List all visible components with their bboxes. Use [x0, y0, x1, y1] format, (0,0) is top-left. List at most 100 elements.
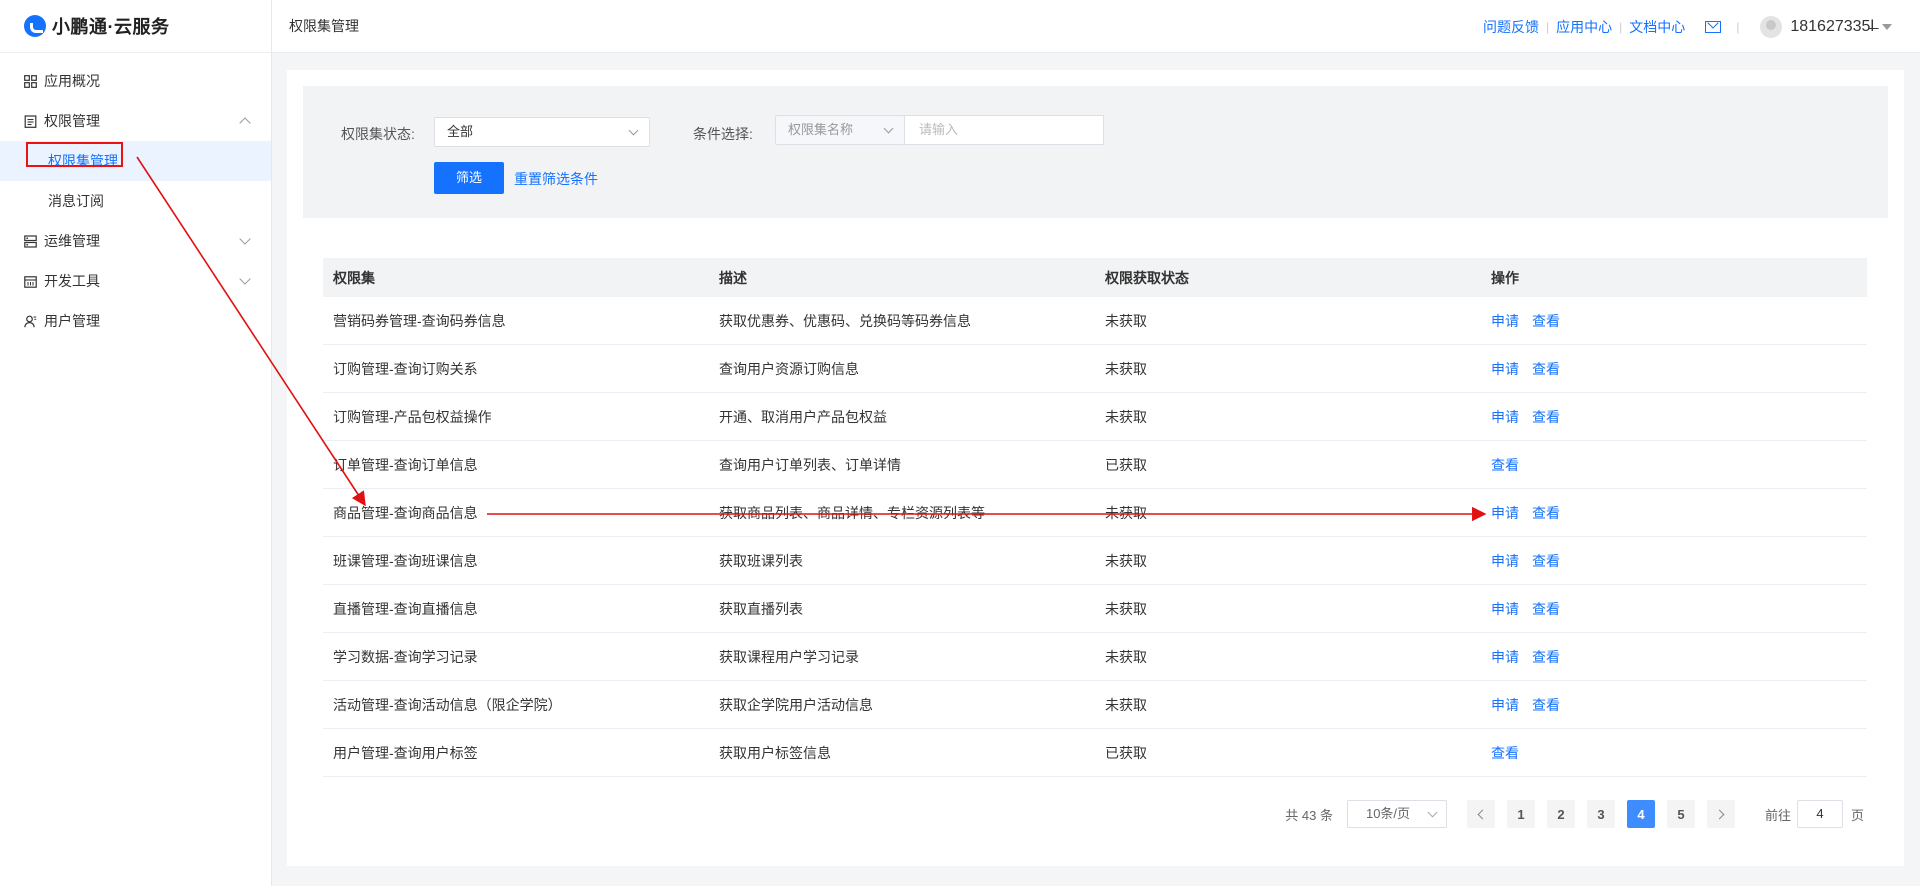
header-separator: | — [1619, 19, 1623, 34]
sidebar-item-message-subscription[interactable]: 消息订阅 — [0, 181, 271, 221]
goto-label: 前往 — [1764, 807, 1791, 823]
cell-actions: 申请 查看 — [1481, 359, 1867, 379]
status-select-value: 全部 — [447, 124, 474, 139]
filter-button[interactable]: 筛选 — [434, 162, 504, 194]
reset-filter-button[interactable]: 重置筛选条件 — [514, 169, 598, 189]
username[interactable]: 181627335l̶ — [1790, 18, 1874, 36]
docs-center-link[interactable]: 文档中心 — [1629, 17, 1685, 37]
app-center-link[interactable]: 应用中心 — [1556, 17, 1612, 37]
cell-permission-set: 营销码券管理-查询码券信息 — [333, 312, 506, 329]
sidebar-item-dev-tools[interactable]: 开发工具 — [0, 261, 271, 301]
chevron-up-icon — [239, 117, 251, 129]
condition-field-value: 权限集名称 — [788, 122, 854, 137]
view-link[interactable]: 查看 — [1532, 407, 1560, 427]
view-link[interactable]: 查看 — [1532, 311, 1560, 331]
sidebar-item-permissions[interactable]: 权限管理 — [0, 101, 271, 141]
table-row: 订购管理-产品包权益操作 开通、取消用户产品包权益 未获取 申请 查看 — [323, 393, 1867, 441]
feedback-link[interactable]: 问题反馈 — [1483, 17, 1539, 37]
apply-link[interactable]: 申请 — [1491, 503, 1519, 523]
cell-actions: 申请 查看 — [1481, 647, 1867, 667]
caret-down-icon[interactable] — [1882, 23, 1892, 30]
logo[interactable]: 小鹏通·云服务 — [0, 0, 271, 53]
sidebar-menu: 应用概况 权限管理 权限集管理 消息订阅 运维管理 开发工具 用户管理 — [0, 53, 271, 341]
next-page-button[interactable] — [1706, 800, 1735, 828]
page-button-1[interactable]: 1 — [1506, 800, 1535, 828]
mail-icon[interactable] — [1705, 20, 1722, 33]
cell-status: 已获取 — [1105, 456, 1147, 473]
page-button-4[interactable]: 4 — [1626, 800, 1655, 828]
apply-link[interactable]: 申请 — [1491, 695, 1519, 715]
chevron-left-icon — [1477, 809, 1488, 819]
user-icon — [24, 315, 37, 327]
view-link[interactable]: 查看 — [1491, 743, 1519, 763]
cell-actions: 申请 查看 — [1481, 407, 1867, 427]
goto-suffix: 页 — [1850, 807, 1864, 823]
cell-description: 获取商品列表、商品详情、专栏资源列表等 — [719, 504, 985, 521]
pagination: 共 43 条 10条/页 12345 前往 4 页 — [1285, 800, 1864, 828]
view-link[interactable]: 查看 — [1532, 503, 1560, 523]
sidebar-item-label: 运维管理 — [44, 233, 100, 249]
cell-actions: 申请 查看 — [1481, 599, 1867, 619]
top-header: 权限集管理 问题反馈 | 应用中心 | 文档中心 | 181627335l̶ — [272, 0, 1920, 53]
condition-input-placeholder: 请输入 — [919, 122, 959, 137]
view-link[interactable]: 查看 — [1532, 647, 1560, 667]
table-row: 订单管理-查询订单信息 查询用户订单列表、订单详情 已获取 查看 — [323, 441, 1867, 489]
apply-link[interactable]: 申请 — [1491, 647, 1519, 667]
apply-link[interactable]: 申请 — [1491, 359, 1519, 379]
cell-status: 未获取 — [1105, 648, 1147, 665]
page-size-value: 10条/页 — [1365, 806, 1411, 821]
cell-actions: 申请 查看 — [1481, 695, 1867, 715]
cell-permission-set: 订单管理-查询订单信息 — [333, 456, 478, 473]
annotation-highlight-box — [26, 142, 123, 167]
cell-status: 未获取 — [1105, 312, 1147, 329]
table-row: 学习数据-查询学习记录 获取课程用户学习记录 未获取 申请 查看 — [323, 633, 1867, 681]
cell-status: 未获取 — [1105, 504, 1147, 521]
view-link[interactable]: 查看 — [1532, 551, 1560, 571]
permission-set-table: 权限集 描述 权限获取状态 操作 营销码券管理-查询码券信息 获取优惠券、优惠码、… — [323, 258, 1867, 777]
condition-input[interactable]: 请输入 — [904, 115, 1104, 145]
document-icon — [24, 114, 37, 128]
apply-link[interactable]: 申请 — [1491, 407, 1519, 427]
apply-link[interactable]: 申请 — [1491, 311, 1519, 331]
cell-status: 未获取 — [1105, 408, 1147, 425]
table-header: 权限集 描述 权限获取状态 操作 — [323, 258, 1867, 297]
avatar[interactable] — [1760, 15, 1783, 38]
page-button-5[interactable]: 5 — [1666, 800, 1695, 828]
apply-link[interactable]: 申请 — [1491, 551, 1519, 571]
server-icon — [24, 234, 37, 248]
view-link[interactable]: 查看 — [1532, 359, 1560, 379]
page-title: 权限集管理 — [289, 18, 359, 34]
cell-description: 开通、取消用户产品包权益 — [719, 408, 887, 425]
chevron-down-icon — [1427, 807, 1438, 818]
sidebar: 小鹏通·云服务 应用概况 权限管理 权限集管理 消息订阅 运维管理 开发工具 用… — [0, 0, 272, 886]
cell-actions: 查看 — [1481, 455, 1867, 475]
goto-page-input[interactable]: 4 — [1796, 800, 1843, 828]
sidebar-item-operations[interactable]: 运维管理 — [0, 221, 271, 261]
view-link[interactable]: 查看 — [1532, 695, 1560, 715]
apply-link[interactable]: 申请 — [1491, 599, 1519, 619]
cell-permission-set: 订购管理-产品包权益操作 — [333, 408, 492, 425]
page-button-3[interactable]: 3 — [1586, 800, 1615, 828]
chevron-down-icon — [239, 233, 251, 245]
view-link[interactable]: 查看 — [1491, 455, 1519, 475]
chevron-right-icon — [1714, 809, 1725, 819]
cell-status: 未获取 — [1105, 552, 1147, 569]
condition-field-select[interactable]: 权限集名称 — [775, 115, 905, 145]
status-select[interactable]: 全部 — [434, 117, 650, 147]
page-number-list: 12345 — [1506, 800, 1707, 828]
page-button-2[interactable]: 2 — [1546, 800, 1575, 828]
page-size-select[interactable]: 10条/页 — [1346, 800, 1447, 828]
column-header-status: 权限获取状态 — [1105, 269, 1189, 286]
cell-description: 获取优惠券、优惠码、兑换码等码券信息 — [719, 312, 971, 329]
header-actions: 问题反馈 | 应用中心 | 文档中心 | 181627335l̶ — [1483, 0, 1892, 53]
view-link[interactable]: 查看 — [1532, 599, 1560, 619]
cell-description: 查询用户订单列表、订单详情 — [719, 456, 901, 473]
prev-page-button[interactable] — [1466, 800, 1495, 828]
sidebar-item-overview[interactable]: 应用概况 — [0, 61, 271, 101]
cell-actions: 申请 查看 — [1481, 311, 1867, 331]
column-header-actions: 操作 — [1491, 269, 1519, 286]
sidebar-item-users[interactable]: 用户管理 — [0, 301, 271, 341]
cell-description: 获取直播列表 — [719, 600, 803, 617]
cell-actions: 申请 查看 — [1481, 551, 1867, 571]
sidebar-item-label: 用户管理 — [44, 313, 100, 329]
